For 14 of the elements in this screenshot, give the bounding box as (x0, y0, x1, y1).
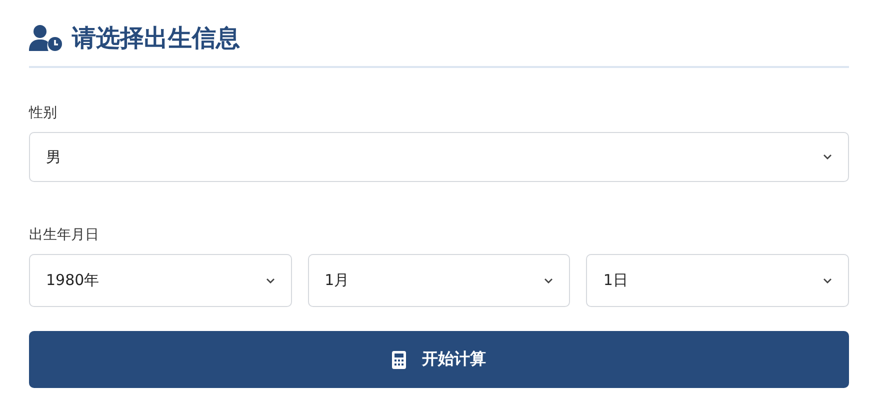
field-label: 出生年月日 (29, 226, 99, 244)
gender-select[interactable]: 男 (29, 132, 849, 182)
date-select[interactable]: 1日 (586, 254, 849, 307)
section-title: 请选择出生信息 (72, 23, 240, 54)
user-clock-icon (29, 25, 62, 51)
calculate-button[interactable]: 开始计算 (29, 331, 849, 388)
chevron-down-icon (822, 278, 832, 284)
chevron-down-icon (823, 154, 832, 160)
date-select[interactable]: 1980年 (29, 254, 292, 307)
chevron-down-icon (266, 278, 275, 284)
chevron-down-icon (544, 278, 554, 284)
field-label: 性别 (29, 104, 57, 122)
date-select[interactable]: 1月 (308, 254, 570, 307)
calculator-icon (392, 350, 406, 368)
